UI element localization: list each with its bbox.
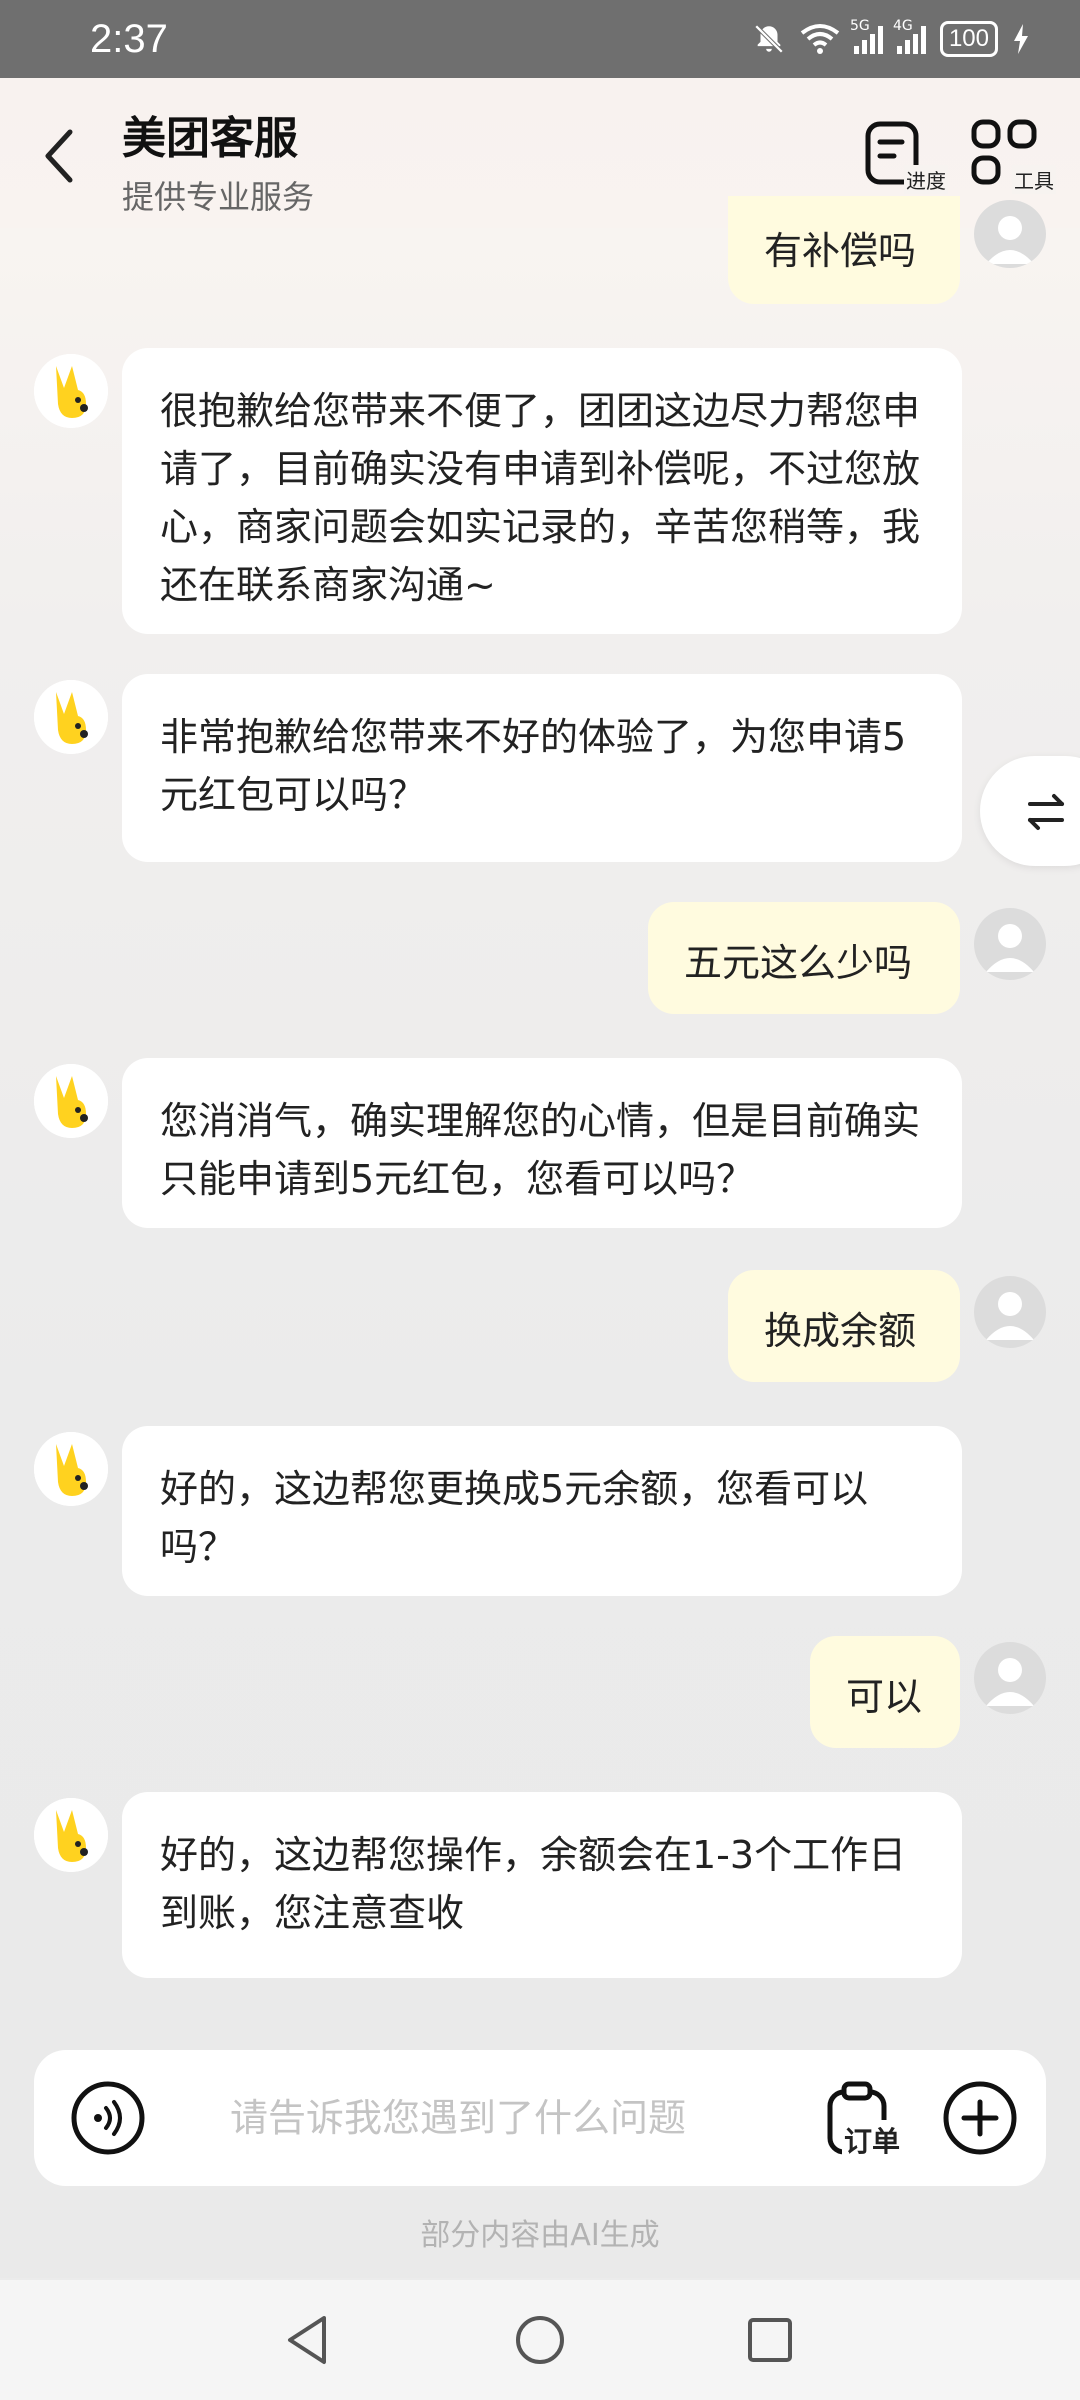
nav-recents-icon[interactable] (740, 2310, 800, 2370)
status-bar: 2:37 5G 4G 100 (0, 0, 1080, 78)
message-text: 好的，这边帮您操作，余额会在1-3个工作日到账，您注意查收 (160, 1833, 907, 1935)
chat-header: 美团客服 提供专业服务 进度 工具 (0, 78, 1080, 228)
page-title: 美团客服 (122, 113, 298, 164)
status-time: 2:37 (90, 16, 168, 61)
bot-avatar (34, 354, 108, 428)
message-input[interactable] (230, 2080, 790, 2156)
signal-5g-icon: 5G (850, 18, 883, 54)
header-title-group: 美团客服 提供专业服务 (122, 102, 314, 218)
plus-icon[interactable] (942, 2080, 1018, 2156)
ai-generated-note: 部分内容由AI生成 (420, 2218, 660, 2253)
bot-avatar (34, 680, 108, 754)
nav-home-icon[interactable] (510, 2310, 570, 2370)
message-text: 好的，这边帮您更换成5元余额，您看可以吗？ (160, 1467, 869, 1569)
message-text: 有补偿吗 (764, 229, 917, 273)
switch-view-button[interactable] (980, 756, 1080, 866)
progress-label: 进度 (904, 165, 948, 194)
tools-label: 工具 (1012, 165, 1056, 194)
mute-bell-icon (754, 24, 784, 54)
status-icons: 5G 4G 100 (752, 18, 1030, 57)
bot-avatar (34, 1798, 108, 1872)
message-text: 五元这么少吗 (684, 941, 913, 985)
wifi-icon (800, 24, 840, 54)
bot-message: 很抱歉给您带来不便了，团团这边尽力帮您申请了，目前确实没有申请到补偿呢，不过您放… (122, 348, 962, 634)
tools-button[interactable]: 工具 (970, 118, 1056, 198)
message-text: 您消消气，确实理解您的心情，但是目前确实只能申请到5元红包，您看可以吗？ (160, 1099, 921, 1201)
user-message: 换成余额 (728, 1270, 960, 1382)
mascot-kangaroo-icon (34, 1432, 108, 1506)
mascot-kangaroo-icon (34, 680, 108, 754)
nav-back-icon[interactable] (278, 2310, 338, 2370)
message-text: 很抱歉给您带来不便了，团团这边尽力帮您申请了，目前确实没有申请到补偿呢，不过您放… (160, 389, 921, 607)
mascot-kangaroo-icon (34, 1064, 108, 1138)
bot-avatar (34, 1064, 108, 1138)
bot-message: 您消消气，确实理解您的心情，但是目前确实只能申请到5元红包，您看可以吗？ (122, 1058, 962, 1228)
message-text: 可以 (846, 1675, 923, 1719)
voice-input-icon[interactable] (70, 2080, 146, 2156)
bot-message: 非常抱歉给您带来不好的体验了，为您申请5元红包可以吗？ (122, 674, 962, 862)
charging-bolt-icon (1014, 24, 1028, 54)
message-text: 非常抱歉给您带来不好的体验了，为您申请5元红包可以吗？ (160, 715, 907, 817)
user-avatar (974, 908, 1046, 980)
system-nav-bar (0, 2280, 1080, 2400)
page-subtitle: 提供专业服务 (122, 178, 315, 216)
order-label: 订单 (842, 2120, 903, 2160)
bot-message: 好的，这边帮您更换成5元余额，您看可以吗？ (122, 1426, 962, 1596)
user-message: 可以 (810, 1636, 960, 1748)
order-button[interactable]: 订单 (824, 2080, 904, 2160)
user-avatar (974, 1276, 1046, 1348)
back-arrow-icon[interactable] (40, 126, 80, 186)
signal-4g-icon: 4G (893, 18, 926, 54)
input-bar: 订单 (34, 2050, 1046, 2186)
battery-indicator: 100 (939, 21, 998, 57)
swap-arrows-icon (1028, 794, 1064, 830)
user-avatar (974, 1642, 1046, 1714)
mascot-kangaroo-icon (34, 1798, 108, 1872)
message-text: 换成余额 (764, 1309, 917, 1353)
progress-button[interactable]: 进度 (862, 118, 948, 198)
user-message: 五元这么少吗 (648, 902, 960, 1014)
bot-message: 好的，这边帮您操作，余额会在1-3个工作日到账，您注意查收 (122, 1792, 962, 1978)
bot-avatar (34, 1432, 108, 1506)
mascot-kangaroo-icon (34, 354, 108, 428)
